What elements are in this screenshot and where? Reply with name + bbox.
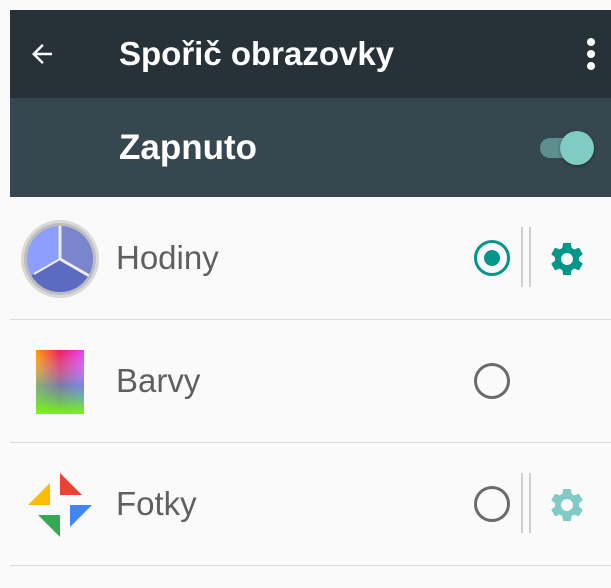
master-switch-label: Zapnuto [119,127,258,167]
vertical-divider [521,227,531,287]
back-button[interactable] [22,34,62,74]
master-toggle[interactable] [538,131,596,165]
screensaver-item-barvy[interactable]: Barvy [10,320,611,443]
page-title: Spořič obrazovky [119,35,395,72]
screensaver-settings-screen: Spořič obrazovky Zapnuto Hodiny Barvy Fo… [10,10,611,588]
screensaver-label: Fotky [116,485,197,522]
more-options-button[interactable] [573,34,609,74]
vertical-divider [521,473,531,533]
colors-icon [36,350,84,414]
screensaver-label: Hodiny [116,239,219,276]
gear-icon[interactable] [547,239,587,279]
screensaver-item-hodiny[interactable]: Hodiny [10,197,611,320]
radio-button[interactable] [474,486,510,522]
radio-button-selected[interactable] [474,240,510,276]
master-switch-bar[interactable]: Zapnuto [10,98,611,197]
radio-dot [484,250,500,266]
more-vert-icon [587,38,595,70]
screensaver-label: Barvy [116,362,201,399]
arrow-back-icon [32,44,52,64]
gear-icon[interactable] [547,485,587,525]
google-photos-icon [28,473,92,537]
app-toolbar: Spořič obrazovky [10,10,611,98]
screensaver-item-fotky[interactable]: Fotky [10,443,611,566]
clock-icon [21,220,99,298]
toggle-thumb [560,131,594,165]
radio-button[interactable] [474,363,510,399]
